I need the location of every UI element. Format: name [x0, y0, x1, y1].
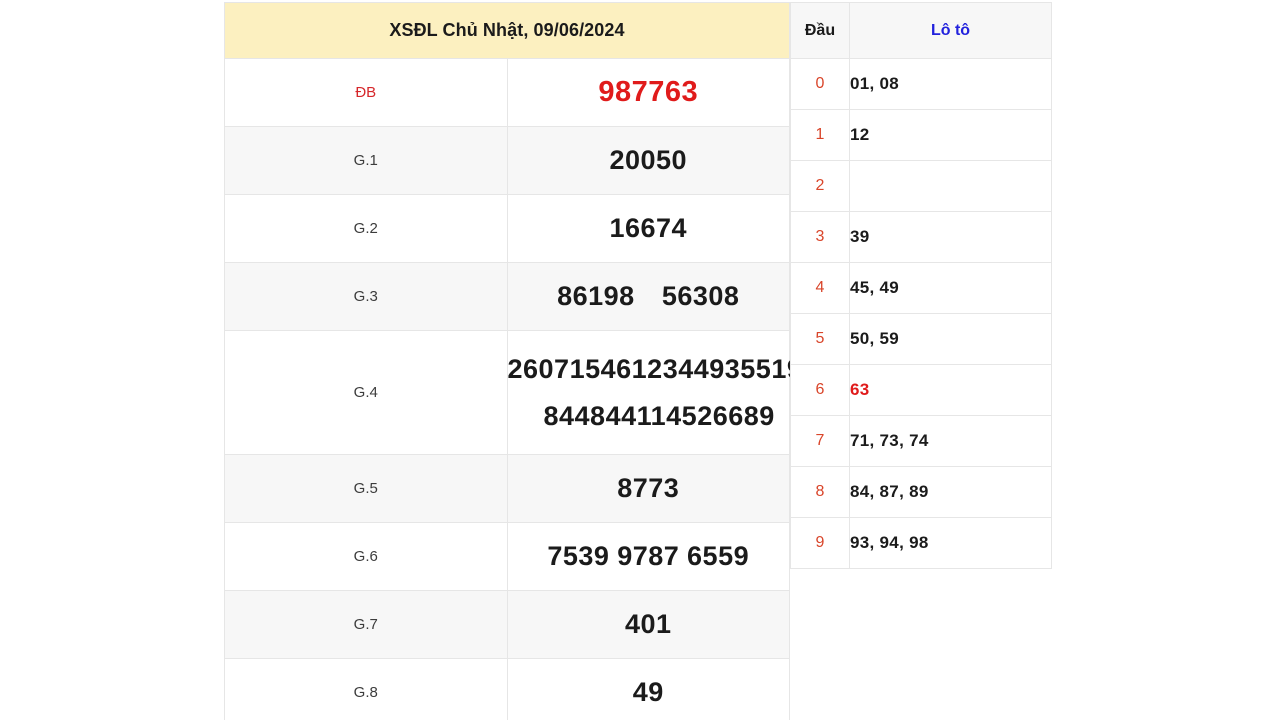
prize-number: 401	[624, 609, 672, 639]
prize-number: 16674	[609, 213, 688, 243]
prize-values-g1: 20050	[506, 126, 790, 195]
table-row[interactable]: 2	[790, 160, 1052, 212]
loto-numbers: 12	[849, 109, 1052, 161]
result-title-row: XSĐL Chủ Nhật, 09/06/2024	[224, 2, 790, 59]
loto-dau-digit: 6	[790, 364, 850, 416]
prize-number: 6559	[687, 541, 750, 571]
prize-values-g8: 49	[506, 658, 790, 720]
prize-number: 49	[632, 677, 664, 707]
table-row-g3[interactable]: G.3 86198 56308	[224, 262, 790, 331]
number-line: 987763	[508, 76, 790, 109]
lottery-result-table: XSĐL Chủ Nhật, 09/06/2024 ĐB 987763 G.1 …	[224, 2, 818, 720]
number-line: 16674	[508, 213, 790, 244]
loto-dau-digit: 7	[790, 415, 850, 467]
table-row-g1[interactable]: G.1 20050	[224, 126, 790, 195]
loto-dau-digit: 5	[790, 313, 850, 365]
prize-number: 41145	[621, 400, 698, 431]
prize-values-g4: 26071 54612 34493 55194 84484 41145 2668…	[506, 330, 818, 455]
prize-values-g5: 8773	[506, 454, 790, 523]
page-title: XSĐL Chủ Nhật, 09/06/2024	[224, 2, 790, 59]
prize-label-g4: G.4	[224, 330, 508, 455]
table-row-g4[interactable]: G.4 26071 54612 34493 55194 84484 41145 …	[224, 330, 818, 455]
loto-dau-digit: 0	[790, 58, 850, 110]
table-row-g5[interactable]: G.5 8773	[224, 454, 790, 523]
loto-numbers: 84, 87, 89	[849, 466, 1052, 518]
lottery-result-page: XSĐL Chủ Nhật, 09/06/2024 ĐB 987763 G.1 …	[0, 0, 1280, 720]
loto-dau-digit: 3	[790, 211, 850, 263]
table-row-g2[interactable]: G.2 16674	[224, 194, 790, 263]
prize-label-g7: G.7	[224, 590, 508, 659]
number-line: 20050	[508, 145, 790, 176]
table-row[interactable]: 8 84, 87, 89	[790, 466, 1052, 518]
loto-numbers: 01, 08	[849, 58, 1052, 110]
loto-column-header-dau: Đầu	[790, 2, 850, 59]
prize-label-g8: G.8	[224, 658, 508, 720]
loto-dau-digit: 8	[790, 466, 850, 518]
prize-values-g6: 7539 9787 6559	[506, 522, 790, 591]
loto-numbers: 50, 59	[849, 313, 1052, 365]
table-row[interactable]: 7 71, 73, 74	[790, 415, 1052, 467]
loto-table: Đầu Lô tô 0 01, 08 1 12 2 3 39 4 45, 49 …	[790, 2, 1052, 569]
loto-numbers	[849, 160, 1052, 212]
result-table-body: XSĐL Chủ Nhật, 09/06/2024 ĐB 987763 G.1 …	[224, 2, 818, 720]
loto-numbers: 93, 94, 98	[849, 517, 1052, 569]
number-line: 26071 54612 34493 55194	[507, 353, 818, 385]
prize-label-g1: G.1	[224, 126, 508, 195]
table-row[interactable]: 0 01, 08	[790, 58, 1052, 110]
number-line: 401	[508, 609, 790, 640]
prize-number: 7539	[547, 541, 610, 571]
prize-values-g7: 401	[506, 590, 790, 659]
prize-number: 84484	[543, 400, 622, 431]
prize-number: 8773	[617, 473, 680, 503]
loto-numbers: 45, 49	[849, 262, 1052, 314]
loto-dau-digit: 1	[790, 109, 850, 161]
table-row[interactable]: 1 12	[790, 109, 1052, 161]
table-row[interactable]: 5 50, 59	[790, 313, 1052, 365]
loto-column-header-loto: Lô tô	[849, 2, 1052, 59]
loto-dau-digit: 4	[790, 262, 850, 314]
number-line: 86198 56308	[508, 281, 790, 312]
loto-header-row: Đầu Lô tô	[790, 2, 1052, 59]
prize-number: 26689	[697, 400, 775, 431]
prize-values-db: 987763	[506, 58, 790, 127]
number-line: 49	[508, 677, 790, 708]
table-row[interactable]: 9 93, 94, 98	[790, 517, 1052, 569]
prize-number: 56308	[661, 281, 740, 311]
loto-numbers: 39	[849, 211, 1052, 263]
prize-label-g5: G.5	[224, 454, 508, 523]
prize-values-g3: 86198 56308	[506, 262, 790, 331]
loto-numbers: 71, 73, 74	[849, 415, 1052, 467]
number-line: 84484 41145 26689	[508, 401, 790, 432]
number-line: 7539 9787 6559	[508, 541, 790, 572]
table-row-g8[interactable]: G.8 49	[224, 658, 790, 720]
prize-label-db: ĐB	[224, 58, 508, 127]
table-row-g7[interactable]: G.7 401	[224, 590, 790, 659]
table-row[interactable]: 6 63	[790, 364, 1052, 416]
prize-label-g6: G.6	[224, 522, 508, 591]
prize-label-g3: G.3	[224, 262, 508, 331]
loto-numbers: 63	[849, 364, 1052, 416]
loto-dau-digit: 9	[790, 517, 850, 569]
table-row[interactable]: 4 45, 49	[790, 262, 1052, 314]
prize-number: 987763	[598, 76, 699, 108]
table-row[interactable]: 3 39	[790, 211, 1052, 263]
prize-number: 9787	[617, 541, 680, 571]
loto-table-body: 0 01, 08 1 12 2 3 39 4 45, 49 5 50, 59 6…	[790, 58, 1052, 569]
prize-values-g2: 16674	[506, 194, 790, 263]
prize-number: 20050	[609, 145, 688, 175]
loto-table-head: Đầu Lô tô	[790, 2, 1052, 59]
prize-label-g2: G.2	[224, 194, 508, 263]
loto-dau-digit: 2	[790, 160, 850, 212]
prize-number: 86198	[557, 281, 635, 311]
prize-number: 54612	[585, 353, 663, 384]
number-line: 8773	[508, 473, 790, 504]
table-row-db[interactable]: ĐB 987763	[224, 58, 790, 127]
table-row-g6[interactable]: G.6 7539 9787 6559	[224, 522, 790, 591]
prize-number: 34493	[662, 353, 741, 384]
prize-number: 26071	[507, 353, 586, 384]
